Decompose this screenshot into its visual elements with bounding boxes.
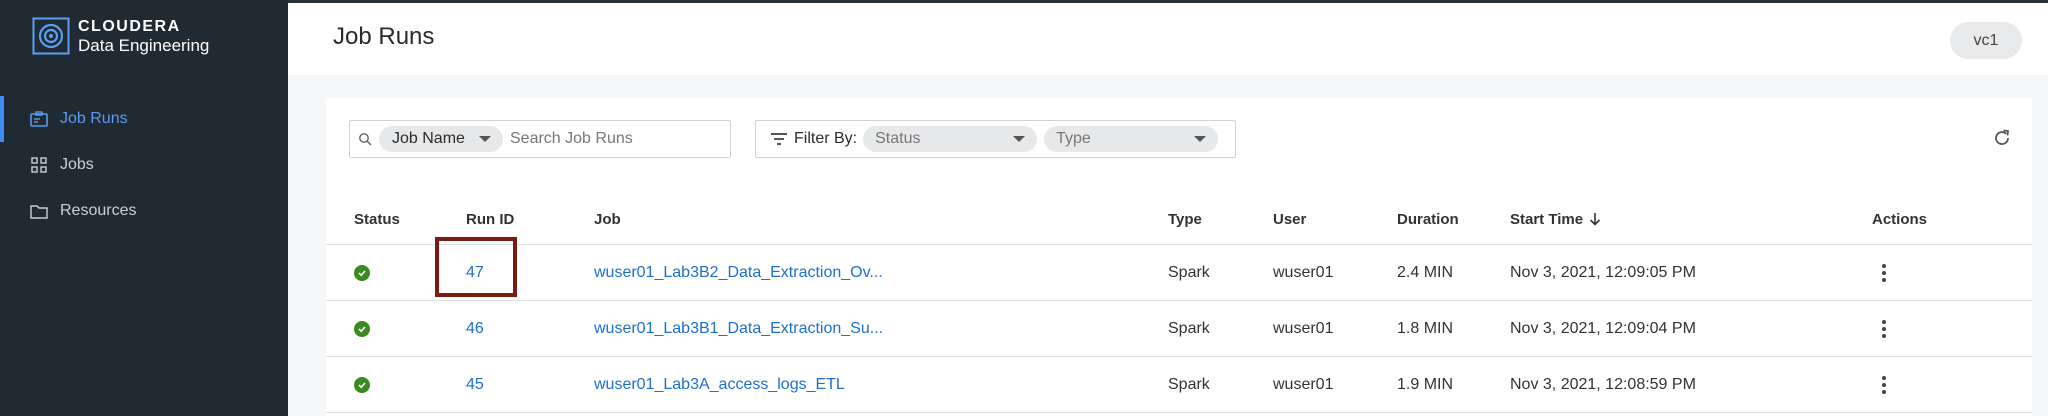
column-header-start-time[interactable]: Start Time <box>1510 193 1601 245</box>
sidebar-item-job-runs[interactable]: Job Runs <box>0 96 288 142</box>
sidebar-item-label: Job Runs <box>60 110 128 127</box>
table-row: 47 wuser01_Lab3B2_Data_Extraction_Ov... … <box>326 237 2032 301</box>
brand-text: CLOUDERA Data Engineering <box>78 17 209 55</box>
status-cell <box>354 245 370 301</box>
start-time-cell: Nov 3, 2021, 12:08:59 PM <box>1510 376 1696 393</box>
highlight-annotation <box>435 237 517 297</box>
type-cell: Spark <box>1168 264 1210 281</box>
job-runs-icon <box>28 108 50 130</box>
duration-cell: 1.9 MIN <box>1397 376 1454 393</box>
run-id-link[interactable]: 46 <box>466 301 484 357</box>
duration-cell: 1.8 MIN <box>1397 320 1454 337</box>
type-filter-placeholder: Type <box>1056 130 1091 147</box>
start-time-cell: Nov 3, 2021, 12:09:04 PM <box>1510 320 1696 337</box>
type-cell: Spark <box>1168 376 1210 393</box>
more-actions-icon[interactable] <box>1872 261 1896 285</box>
run-id-link[interactable]: 45 <box>466 357 484 413</box>
job-name-link[interactable]: wuser01_Lab3B2_Data_Extraction_Ov... <box>594 245 883 301</box>
type-filter-dropdown[interactable]: Type <box>1044 126 1219 152</box>
more-actions-icon[interactable] <box>1872 317 1896 341</box>
column-header-actions: Actions <box>1872 210 1928 228</box>
caret-down-icon <box>1013 136 1026 142</box>
job-runs-table: Status Run ID Job Type User Duration Sta… <box>326 193 2032 413</box>
status-filter-placeholder: Status <box>875 130 921 147</box>
success-check-icon <box>354 321 370 337</box>
user-cell: wuser01 <box>1273 376 1334 393</box>
search-input[interactable] <box>510 130 710 148</box>
column-header-type[interactable]: Type <box>1168 193 1202 245</box>
start-time-cell: Nov 3, 2021, 12:09:05 PM <box>1510 264 1696 281</box>
filter-bar: Filter By: Status Type <box>755 120 1236 158</box>
search-bar: Job Name <box>349 120 731 158</box>
table-header: Status Run ID Job Type User Duration Sta… <box>326 193 2032 245</box>
grid-icon <box>28 154 50 176</box>
refresh-icon[interactable] <box>1992 128 2012 148</box>
job-name-link[interactable]: wuser01_Lab3A_access_logs_ETL <box>594 357 845 413</box>
column-header-user[interactable]: User <box>1273 193 1306 245</box>
sidebar-item-jobs[interactable]: Jobs <box>0 142 288 188</box>
table-row: 45 wuser01_Lab3A_access_logs_ETL Spark w… <box>326 357 2032 413</box>
sidebar: CLOUDERA Data Engineering Job Runs Jobs … <box>0 0 288 416</box>
column-header-start-time-label: Start Time <box>1510 210 1584 228</box>
search-field-dropdown[interactable]: Job Name <box>379 126 503 152</box>
column-header-job[interactable]: Job <box>594 193 621 245</box>
job-name-link[interactable]: wuser01_Lab3B1_Data_Extraction_Su... <box>594 301 883 357</box>
sidebar-item-label: Resources <box>60 202 137 219</box>
page-title: Job Runs <box>333 23 435 50</box>
table-row: 46 wuser01_Lab3B1_Data_Extraction_Su... … <box>326 301 2032 357</box>
search-field-label: Job Name <box>392 130 465 147</box>
status-filter-dropdown[interactable]: Status <box>863 126 1038 152</box>
caret-down-icon <box>479 136 491 142</box>
duration-cell: 2.4 MIN <box>1397 264 1454 281</box>
virtual-cluster-selector[interactable]: vc1 <box>1950 22 2022 59</box>
sidebar-item-resources[interactable]: Resources <box>0 188 288 234</box>
search-icon <box>359 133 372 146</box>
cloudera-logo-icon <box>32 17 70 55</box>
page-header: Job Runs vc1 <box>288 3 2048 75</box>
sidebar-item-label: Jobs <box>60 156 94 173</box>
actions-cell <box>1872 245 1896 301</box>
sort-descending-icon <box>1590 213 1601 226</box>
filter-label: Filter By: <box>794 130 858 147</box>
success-check-icon <box>354 265 370 281</box>
brand-name: CLOUDERA <box>78 18 181 35</box>
more-actions-icon[interactable] <box>1872 373 1896 397</box>
user-cell: wuser01 <box>1273 264 1334 281</box>
user-cell: wuser01 <box>1273 320 1334 337</box>
success-check-icon <box>354 377 370 393</box>
job-runs-card: Job Name Filter By: Status Type Status R… <box>326 98 2032 416</box>
actions-cell <box>1872 357 1896 413</box>
brand[interactable]: CLOUDERA Data Engineering <box>32 16 209 56</box>
column-header-status[interactable]: Status <box>354 193 400 245</box>
sidebar-nav: Job Runs Jobs Resources <box>0 96 288 234</box>
folder-icon <box>28 200 50 222</box>
status-cell <box>354 301 370 357</box>
status-cell <box>354 357 370 413</box>
brand-product: Data Engineering <box>78 36 210 55</box>
column-header-duration[interactable]: Duration <box>1397 193 1459 245</box>
caret-down-icon <box>1194 136 1207 142</box>
actions-cell <box>1872 301 1896 357</box>
type-cell: Spark <box>1168 320 1210 337</box>
filter-icon <box>771 133 787 145</box>
